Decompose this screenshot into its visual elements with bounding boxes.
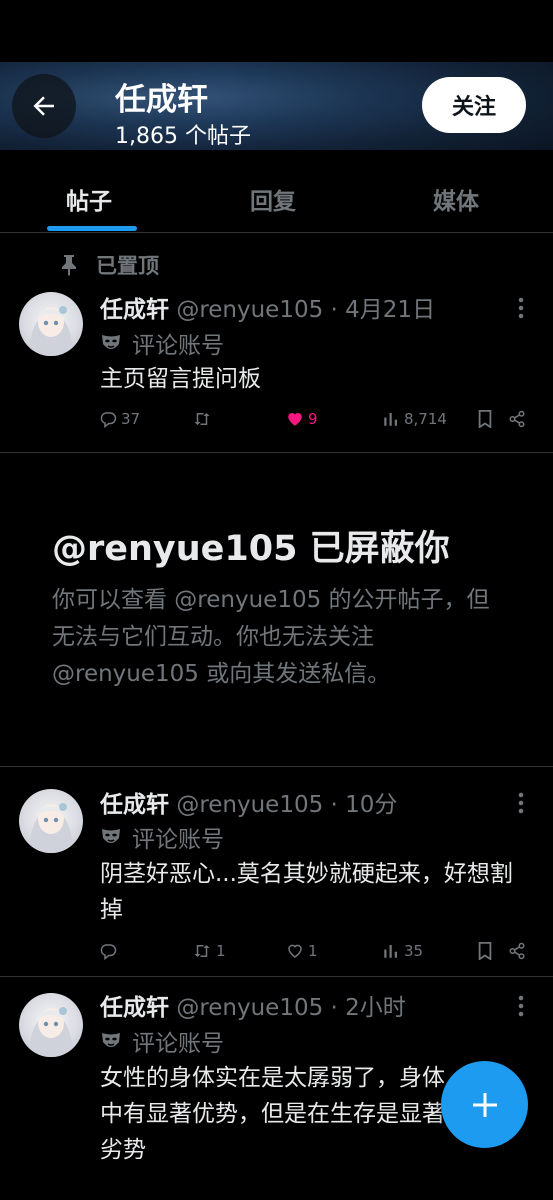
- share-button[interactable]: [508, 942, 526, 960]
- retweet-button[interactable]: [192, 410, 216, 428]
- mask-icon: [102, 1033, 120, 1047]
- tweet-author-name[interactable]: 任成轩: [100, 792, 169, 818]
- divider: [0, 452, 553, 453]
- reply-button[interactable]: [99, 942, 121, 960]
- more-icon: [518, 792, 524, 814]
- back-arrow-icon: [33, 96, 54, 116]
- tweet-handle-time: @renyue105 · 2小时: [176, 995, 406, 1021]
- share-icon: [509, 942, 525, 960]
- tweet-header: 任成轩 @renyue105 · 10分: [100, 785, 397, 819]
- more-options-button[interactable]: [511, 296, 531, 320]
- divider: [0, 976, 553, 977]
- header-title: 任成轩: [115, 82, 208, 118]
- pinned-indicator: 已置顶: [60, 250, 159, 280]
- bookmark-button[interactable]: [477, 410, 493, 428]
- avatar[interactable]: [19, 292, 83, 356]
- like-count: 1: [308, 942, 318, 960]
- reply-button[interactable]: 37: [99, 410, 140, 428]
- account-label-text: 评论账号: [132, 1031, 224, 1057]
- retweet-icon: [194, 413, 210, 425]
- retweet-button[interactable]: 1: [192, 942, 226, 960]
- blocked-description: 你可以查看 @renyue105 的公开帖子，但无法与它们互动。你也无法关注 @…: [52, 587, 490, 687]
- mask-icon: [102, 829, 120, 843]
- tweet-handle-time: @renyue105 · 4月21日: [176, 297, 436, 323]
- tweet-author-name[interactable]: 任成轩: [100, 297, 169, 323]
- like-button[interactable]: 1: [286, 942, 318, 960]
- status-bar: [0, 0, 553, 62]
- tweet-text: 阴茎好恶心...莫名其妙就硬起来，好想割掉: [100, 861, 513, 923]
- tweet-handle-time: @renyue105 · 10分: [176, 792, 398, 818]
- avatar-image: [29, 1007, 73, 1057]
- share-button[interactable]: [508, 410, 526, 428]
- reply-icon: [100, 944, 117, 960]
- more-icon: [518, 995, 524, 1017]
- tweet-author-name[interactable]: 任成轩: [100, 995, 169, 1021]
- avatar[interactable]: [19, 993, 83, 1057]
- tab-replies[interactable]: 回复: [250, 182, 296, 216]
- views-icon: [384, 945, 397, 958]
- tab-media[interactable]: 媒体: [433, 182, 479, 216]
- pinned-label: 已置顶: [96, 254, 159, 278]
- account-label: 评论账号: [100, 820, 224, 854]
- divider: [0, 766, 553, 767]
- views-button[interactable]: 35: [382, 942, 423, 960]
- bookmark-button[interactable]: [477, 942, 493, 960]
- avatar[interactable]: [19, 789, 83, 853]
- bookmark-icon: [478, 942, 492, 960]
- active-tab-indicator: [47, 226, 137, 231]
- account-label: 评论账号: [100, 1024, 224, 1058]
- retweet-icon: [194, 945, 210, 957]
- views-button[interactable]: 8,714: [382, 410, 447, 428]
- tab-posts[interactable]: 帖子: [66, 182, 112, 216]
- tweet-text: 主页留言提问板: [100, 366, 261, 392]
- tweet-text: 女性的身体实在是太孱弱了，身体中有显著优势，但是在生存是显著劣势: [100, 1065, 445, 1163]
- plus-icon: [472, 1092, 497, 1117]
- compose-button[interactable]: [441, 1061, 528, 1148]
- heart-icon: [288, 413, 302, 426]
- account-label-text: 评论账号: [132, 333, 224, 359]
- heart-icon: [288, 944, 302, 958]
- views-icon: [384, 413, 397, 426]
- views-count: 35: [404, 942, 424, 960]
- reply-count: 37: [121, 410, 141, 428]
- share-icon: [509, 410, 525, 428]
- pin-icon: [62, 255, 76, 276]
- blocked-title: @renyue105 已屏蔽你: [52, 529, 450, 569]
- avatar-image: [29, 803, 73, 853]
- more-options-button[interactable]: [511, 791, 531, 815]
- retweet-count: 1: [216, 942, 226, 960]
- tweet-header: 任成轩 @renyue105 · 4月21日: [100, 290, 435, 324]
- avatar-image: [29, 306, 73, 356]
- bookmark-icon: [478, 410, 492, 428]
- like-count: 9: [308, 410, 318, 428]
- tweet-header: 任成轩 @renyue105 · 2小时: [100, 988, 406, 1022]
- back-button[interactable]: [12, 74, 76, 138]
- like-button[interactable]: 9: [286, 410, 318, 428]
- header-post-count: 1,865 个帖子: [115, 124, 251, 149]
- account-label-text: 评论账号: [132, 827, 224, 853]
- more-icon: [518, 297, 524, 319]
- mask-icon: [102, 335, 120, 349]
- reply-icon: [100, 412, 117, 428]
- more-options-button[interactable]: [511, 994, 531, 1018]
- follow-button[interactable]: 关注: [422, 77, 526, 133]
- account-label: 评论账号: [100, 326, 224, 360]
- views-count: 8,714: [404, 410, 447, 428]
